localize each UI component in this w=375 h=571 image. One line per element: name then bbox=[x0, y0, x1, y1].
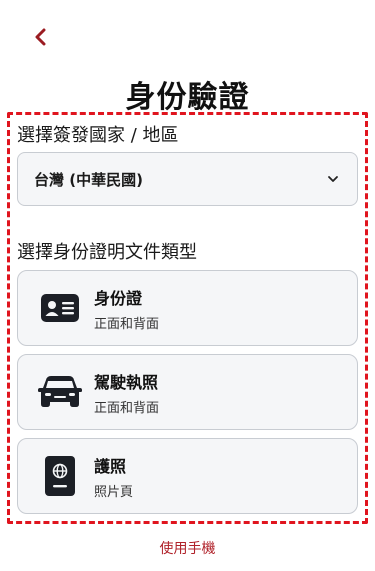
country-section-label: 選擇簽發國家 / 地區 bbox=[17, 125, 179, 146]
id-card-icon bbox=[30, 293, 90, 323]
document-option-drivers-license[interactable]: 駕駛執照 正面和背面 bbox=[17, 354, 358, 430]
document-option-id-card[interactable]: 身份證 正面和背面 bbox=[17, 270, 358, 346]
document-option-title: 身份證 bbox=[94, 288, 143, 308]
passport-icon bbox=[30, 455, 90, 497]
document-option-passport[interactable]: 護照 照片頁 bbox=[17, 438, 358, 514]
use-phone-link[interactable]: 使用手機 bbox=[0, 538, 375, 558]
document-option-subtitle: 正面和背面 bbox=[94, 316, 160, 332]
document-option-subtitle: 照片頁 bbox=[94, 484, 134, 500]
document-section-label: 選擇身份證明文件類型 bbox=[17, 242, 197, 263]
car-icon bbox=[30, 374, 90, 410]
page-title: 身份驗證 bbox=[125, 80, 250, 115]
country-selected-value: 台灣 (中華民國) bbox=[34, 170, 143, 189]
country-select[interactable]: 台灣 (中華民國) bbox=[17, 152, 358, 206]
document-option-subtitle: 正面和背面 bbox=[94, 400, 160, 416]
back-button[interactable] bbox=[28, 24, 54, 50]
document-option-title: 護照 bbox=[94, 456, 127, 476]
chevron-down-icon bbox=[328, 176, 338, 182]
chevron-left-icon bbox=[35, 28, 46, 46]
document-option-title: 駕駛執照 bbox=[94, 372, 159, 392]
